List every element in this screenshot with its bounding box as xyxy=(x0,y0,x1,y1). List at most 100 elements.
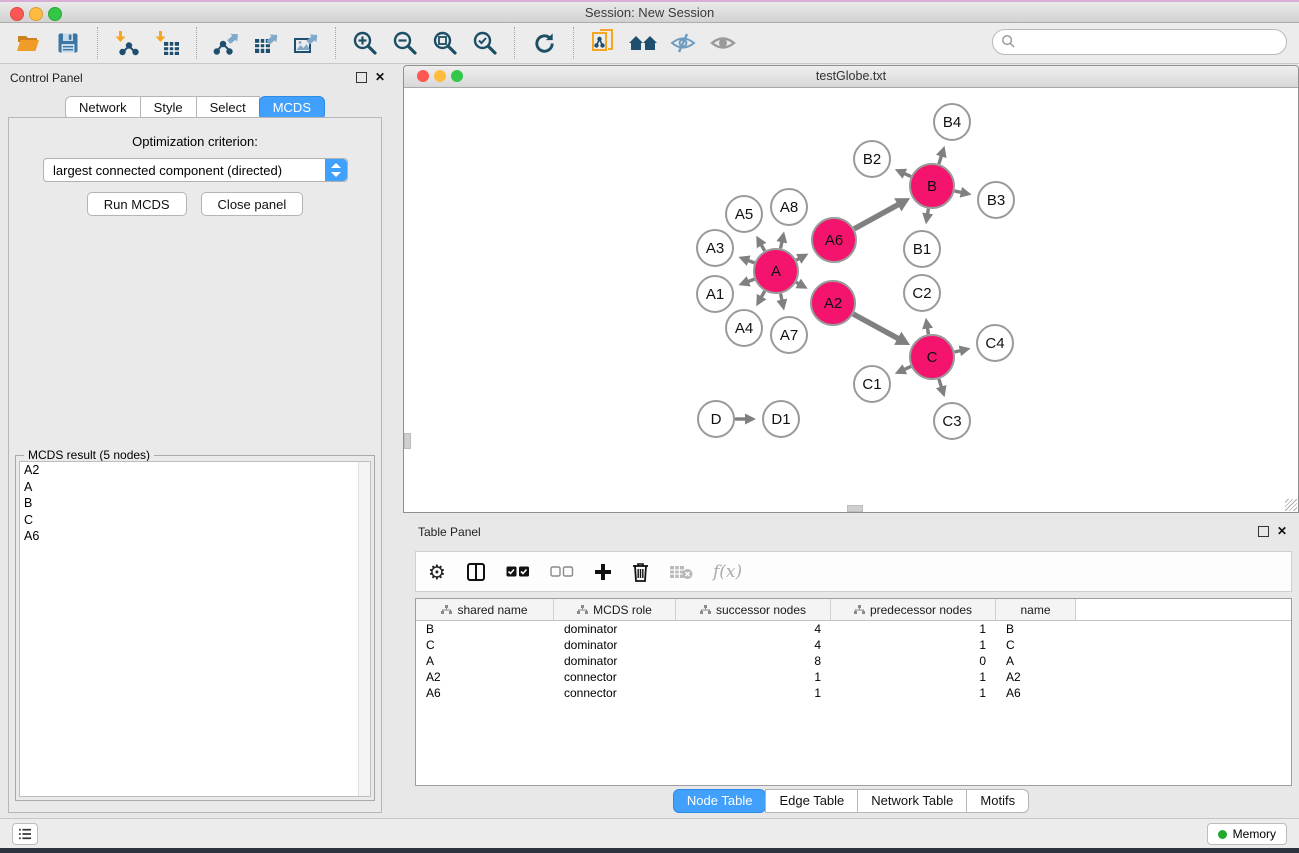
memory-button[interactable]: Memory xyxy=(1207,823,1287,845)
table-cell[interactable]: C xyxy=(416,638,554,652)
column-header-MCDS-role[interactable]: MCDS role xyxy=(554,599,676,620)
import-table-button[interactable] xyxy=(147,26,187,60)
close-table-panel-icon[interactable]: ✕ xyxy=(1277,527,1287,536)
mcds-result-item[interactable]: C xyxy=(20,512,370,529)
home-button[interactable] xyxy=(623,26,663,60)
table-panel-tabbar: Node TableEdge TableNetwork TableMotifs xyxy=(403,789,1299,813)
table-row[interactable]: Cdominator41C xyxy=(416,637,1291,653)
mcds-result-item[interactable]: A xyxy=(20,479,370,496)
graph-node-label: C2 xyxy=(912,285,931,302)
table-cell[interactable]: A2 xyxy=(996,670,1076,684)
table-panel-window-controls: ✕ xyxy=(1258,526,1287,537)
zoom-fit-button[interactable] xyxy=(425,26,465,60)
plus-icon xyxy=(594,563,612,581)
table-cell[interactable]: A6 xyxy=(996,686,1076,700)
zoom-out-button[interactable] xyxy=(385,26,425,60)
column-header-shared-name[interactable]: shared name xyxy=(416,599,554,620)
export-table-button[interactable] xyxy=(246,26,286,60)
export-image-button[interactable] xyxy=(286,26,326,60)
table-cell[interactable]: 0 xyxy=(831,654,996,668)
table-cell[interactable]: 1 xyxy=(831,638,996,652)
column-header-label: MCDS role xyxy=(593,603,652,617)
network-vertical-scroll-thumb[interactable] xyxy=(404,433,411,449)
table-cell[interactable]: A xyxy=(416,654,554,668)
optimization-criterion-select[interactable]: largest connected component (directed) xyxy=(43,158,348,182)
close-panel-icon[interactable]: ✕ xyxy=(375,73,385,82)
mcds-result-item[interactable]: A2 xyxy=(20,462,370,479)
tab-edge-table[interactable]: Edge Table xyxy=(765,789,858,813)
table-row[interactable]: A6connector11A6 xyxy=(416,685,1291,701)
task-history-button[interactable] xyxy=(12,823,38,845)
table-cell[interactable]: dominator xyxy=(554,654,676,668)
list-scrollbar[interactable] xyxy=(358,462,370,796)
zoom-selected-button[interactable] xyxy=(465,26,505,60)
table-cell[interactable]: 1 xyxy=(831,622,996,636)
float-table-panel-icon[interactable] xyxy=(1258,526,1269,537)
hide-graphics-details-button[interactable] xyxy=(663,26,703,60)
new-network-from-selection-button[interactable] xyxy=(583,26,623,60)
search-input[interactable] xyxy=(992,29,1287,55)
float-panel-icon[interactable] xyxy=(356,72,367,83)
mcds-result-item[interactable]: A6 xyxy=(20,528,370,545)
open-session-button[interactable] xyxy=(8,26,48,60)
tab-node-table[interactable]: Node Table xyxy=(673,789,767,813)
node-table[interactable]: shared name MCDS role successor nodesprede… xyxy=(415,598,1292,786)
mcds-result-item[interactable]: B xyxy=(20,495,370,512)
table-cell[interactable]: B xyxy=(416,622,554,636)
table-cell[interactable]: A2 xyxy=(416,670,554,684)
home-icon xyxy=(628,31,658,55)
table-row[interactable]: Bdominator41B xyxy=(416,621,1291,637)
mcds-result-list[interactable]: A2ABCA6 xyxy=(19,461,371,797)
table-cell[interactable]: dominator xyxy=(554,622,676,636)
network-horizontal-scroll-thumb[interactable] xyxy=(847,505,863,512)
add-column-button[interactable] xyxy=(594,563,612,581)
zoom-in-button[interactable] xyxy=(345,26,385,60)
run-mcds-button[interactable]: Run MCDS xyxy=(87,192,187,216)
table-cell[interactable]: 1 xyxy=(831,670,996,684)
tab-network-table[interactable]: Network Table xyxy=(857,789,967,813)
export-network-button[interactable] xyxy=(206,26,246,60)
table-row[interactable]: Adominator80A xyxy=(416,653,1291,669)
refresh-button[interactable] xyxy=(524,26,564,60)
table-cell[interactable]: dominator xyxy=(554,638,676,652)
network-graph[interactable]: B4B2BB3A8A5A6A3B1AC2A1A2A4A7C4CC1DD1C3 xyxy=(408,88,1294,509)
table-cell[interactable]: 1 xyxy=(676,670,831,684)
table-cell[interactable]: 8 xyxy=(676,654,831,668)
network-canvas[interactable]: B4B2BB3A8A5A6A3B1AC2A1A2A4A7C4CC1DD1C3 xyxy=(408,88,1294,508)
table-cell[interactable]: 4 xyxy=(676,638,831,652)
edge-A6-B[interactable] xyxy=(854,204,899,229)
import-network-button[interactable] xyxy=(107,26,147,60)
graph-node-label: A xyxy=(771,263,781,280)
network-window-title: testGlobe.txt xyxy=(404,69,1298,83)
graph-node-label: C1 xyxy=(862,376,881,393)
table-cell[interactable]: A xyxy=(996,654,1076,668)
column-header-predecessor-nodes[interactable]: predecessor nodes xyxy=(831,599,996,620)
table-settings-button[interactable]: ⚙ xyxy=(428,562,446,582)
deselect-all-checkboxes-button[interactable] xyxy=(550,566,574,578)
show-graphics-details-button[interactable] xyxy=(703,26,743,60)
edge-A2-C[interactable] xyxy=(853,314,899,339)
save-session-button[interactable] xyxy=(48,26,88,60)
column-header-successor-nodes[interactable]: successor nodes xyxy=(676,599,831,620)
table-row[interactable]: A2connector11A2 xyxy=(416,669,1291,685)
clear-table-button[interactable] xyxy=(669,564,693,580)
function-builder-button[interactable]: f(x) xyxy=(713,562,742,582)
table-cell[interactable]: A6 xyxy=(416,686,554,700)
select-all-checkboxes-button[interactable] xyxy=(506,566,530,578)
table-cell[interactable]: C xyxy=(996,638,1076,652)
network-resize-grip[interactable] xyxy=(1285,499,1297,511)
tab-motifs[interactable]: Motifs xyxy=(966,789,1029,813)
table-cell[interactable]: B xyxy=(996,622,1076,636)
table-cell[interactable]: connector xyxy=(554,686,676,700)
fx-icon: f(x) xyxy=(713,562,742,582)
table-cell[interactable]: connector xyxy=(554,670,676,684)
delete-column-button[interactable] xyxy=(632,562,649,582)
table-cell[interactable]: 1 xyxy=(831,686,996,700)
table-cell[interactable]: 1 xyxy=(676,686,831,700)
table-columns-button[interactable] xyxy=(466,562,486,582)
network-window-titlebar[interactable]: testGlobe.txt xyxy=(404,66,1298,88)
close-panel-button[interactable]: Close panel xyxy=(201,192,304,216)
column-header-name[interactable]: name xyxy=(996,599,1076,620)
columns-icon xyxy=(466,562,486,582)
table-cell[interactable]: 4 xyxy=(676,622,831,636)
